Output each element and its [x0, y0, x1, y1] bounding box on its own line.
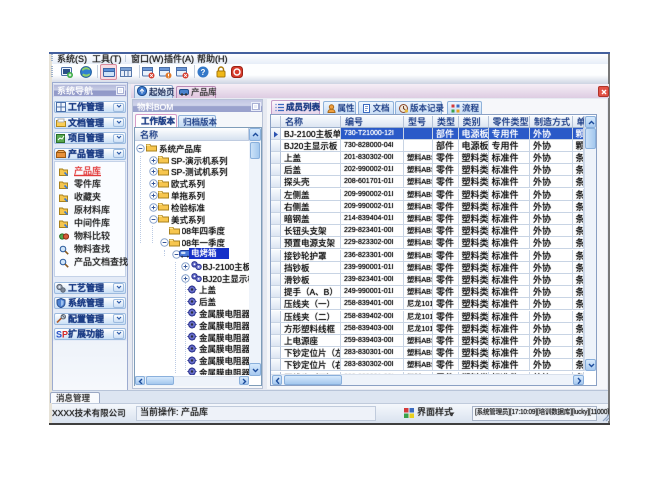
svg-text:?: ?: [201, 68, 206, 77]
